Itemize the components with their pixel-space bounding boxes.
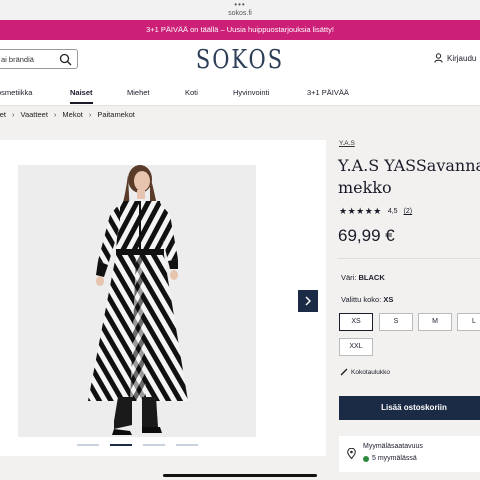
main-nav: osmetiikka Naiset Miehet Koti Hyvinvoint… [0, 86, 480, 106]
gallery-dot[interactable] [176, 444, 198, 446]
nav-item-naiset[interactable]: Naiset [70, 88, 93, 104]
product-gallery [0, 140, 326, 456]
nav-item-koti[interactable]: Koti [185, 88, 198, 97]
selected-size-info: Valittu koko: XS [341, 295, 393, 304]
availability-status: 5 myymälässä [363, 455, 417, 462]
section-divider [338, 258, 480, 259]
model-dress-illustration [18, 165, 256, 437]
brand-link[interactable]: Y.A.S [339, 140, 355, 147]
home-indicator[interactable] [163, 474, 317, 477]
browser-url-bar[interactable]: ••• sokos.fi [0, 0, 480, 20]
breadcrumb-item-vaatteet[interactable]: Vaatteet [21, 110, 48, 119]
size-option-m[interactable]: M [418, 313, 452, 331]
search-placeholder: ai brändiä [1, 55, 34, 64]
site-header: ai brändiä SOKOS Kirjaudu osmetiikka Nai… [0, 40, 480, 106]
size-label: Valittu koko: [341, 295, 382, 304]
breadcrumb: set › Vaatteet › Mekot › Paitamekot [0, 110, 135, 119]
size-guide-label: Kokotaulukko [351, 368, 391, 376]
breadcrumb-item-naiset[interactable]: set [0, 110, 6, 119]
sokos-logo[interactable]: SOKOS [190, 44, 290, 74]
search-input[interactable]: ai brändiä [0, 49, 78, 69]
size-value: XS [383, 295, 394, 304]
browser-menu-dots[interactable]: ••• [0, 0, 480, 9]
product-title: Y.A.S YASSavanna mekko [338, 155, 480, 199]
gallery-dot-active[interactable] [110, 444, 132, 446]
search-icon[interactable] [59, 53, 72, 66]
rating-score: 4,5 [387, 208, 398, 215]
breadcrumb-separator: › [88, 110, 92, 119]
location-pin-icon [347, 448, 356, 459]
in-stock-dot-icon [363, 455, 369, 462]
product-image[interactable] [18, 165, 256, 437]
nav-item-3plus1[interactable]: 3+1 PÄIVÄÄ [307, 88, 349, 97]
login-link[interactable]: Kirjaudu [434, 53, 476, 63]
login-label: Kirjaudu [447, 53, 477, 63]
size-option-xs[interactable]: XS [339, 313, 373, 331]
size-option-l[interactable]: L [457, 313, 480, 331]
ruler-icon [340, 368, 348, 376]
color-info: Väri: BLACK [341, 273, 385, 282]
store-availability[interactable]: Myymäläsaatavuus 5 myymälässä [339, 436, 480, 472]
user-icon [434, 53, 443, 63]
size-option-s[interactable]: S [379, 313, 413, 331]
size-option-xxl[interactable]: XXL [339, 338, 373, 356]
availability-title: Myymäläsaatavuus [363, 443, 423, 450]
gallery-dot[interactable] [143, 444, 165, 446]
breadcrumb-separator: › [53, 110, 57, 119]
nav-item-kosmetiikka[interactable]: osmetiikka [0, 88, 32, 97]
nav-item-miehet[interactable]: Miehet [127, 88, 150, 97]
gallery-pagination [77, 444, 207, 448]
chevron-right-icon [305, 296, 311, 306]
breadcrumb-item-mekot[interactable]: Mekot [62, 110, 82, 119]
header-divider [0, 105, 480, 106]
promo-banner[interactable]: 3+1 PÄIVÄÄ on täällä – Uusia huippuostar… [0, 20, 480, 40]
product-price: 69,99 € [338, 226, 395, 245]
nav-item-hyvinvointi[interactable]: Hyvinvointi [233, 88, 269, 97]
breadcrumb-separator: › [12, 110, 15, 119]
gallery-dot[interactable] [77, 444, 99, 446]
browser-url[interactable]: sokos.fi [0, 9, 480, 18]
rating-stars-icon: ★★★★★ [339, 206, 382, 216]
availability-stores: 5 myymälässä [372, 455, 417, 462]
product-title-line: mekko [338, 178, 392, 197]
add-to-cart-button[interactable]: Lisää ostoskoriin [339, 396, 480, 420]
review-count-link[interactable]: (2) [404, 208, 413, 215]
product-rating: ★★★★★ 4,5 (2) [339, 206, 412, 217]
color-value: BLACK [358, 273, 385, 282]
size-guide-link[interactable]: Kokotaulukko [340, 368, 390, 376]
product-title-line: Y.A.S YASSavanna [338, 156, 480, 175]
color-label: Väri: [341, 273, 357, 282]
gallery-next-button[interactable] [298, 290, 318, 312]
breadcrumb-item-paitamekot[interactable]: Paitamekot [97, 110, 135, 119]
